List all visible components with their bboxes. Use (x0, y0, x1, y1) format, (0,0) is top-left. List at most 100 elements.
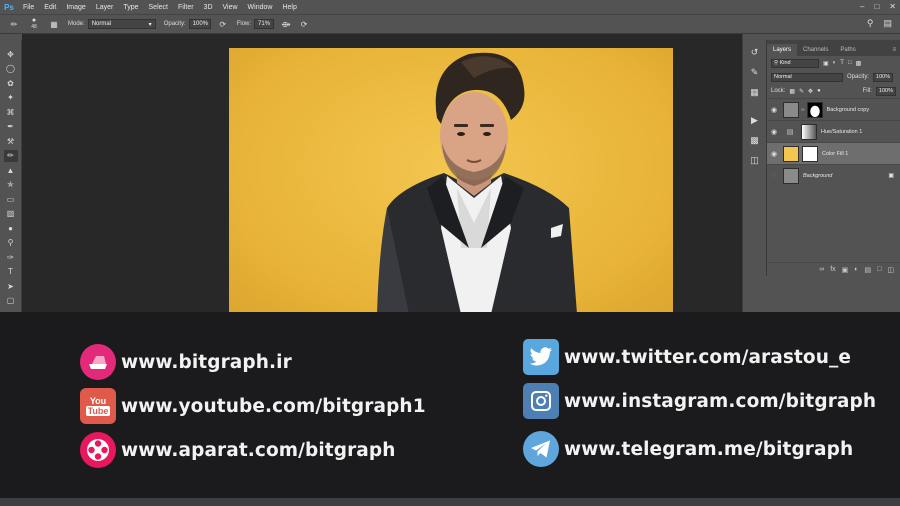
type-icon[interactable]: T (4, 266, 18, 279)
new-group-icon[interactable]: ▤ (865, 266, 872, 274)
social-link-aparat[interactable]: www.aparat.com/bitgraph (80, 432, 396, 468)
stamp-icon[interactable]: ▲ (4, 164, 18, 177)
layer-background[interactable]: ○ Background ▣ (767, 164, 900, 186)
brush-preset-icon[interactable]: ✏ (8, 18, 20, 30)
layer-opacity-input[interactable]: 100% (873, 72, 894, 82)
pressure-opacity-icon[interactable]: ⟳ (217, 18, 229, 30)
magic-wand-icon[interactable]: ✦ (4, 92, 18, 105)
fx-icon[interactable]: fx (830, 266, 835, 273)
menu-select[interactable]: Select (144, 4, 173, 11)
layer-mask-thumbnail[interactable] (801, 123, 817, 140)
document-canvas[interactable] (229, 48, 673, 314)
menu-window[interactable]: Window (243, 4, 278, 11)
filter-shape-icon[interactable]: □ (848, 60, 852, 66)
lock-all-icon[interactable]: ● (817, 88, 821, 94)
eye-hidden-icon[interactable]: ○ (767, 172, 781, 179)
lasso-icon[interactable]: ✿ (4, 77, 18, 90)
eraser-icon[interactable]: ▭ (4, 193, 18, 206)
tab-channels[interactable]: Channels (797, 44, 834, 56)
layer-background-copy[interactable]: ◉ ∞ Background copy (767, 98, 900, 120)
menu-type[interactable]: Type (118, 4, 143, 11)
brush-size-picker[interactable]: ● 48 (26, 17, 42, 30)
link-layers-icon[interactable]: ∞ (819, 266, 824, 273)
new-adjustment-icon[interactable]: ◐ (854, 266, 858, 273)
mode-select[interactable]: Normal ▾ (87, 19, 156, 29)
opacity-value: 100% (192, 21, 209, 27)
new-layer-icon[interactable]: □ (877, 266, 881, 273)
gradient-icon[interactable]: ▧ (4, 208, 18, 221)
social-link-bitgraph[interactable]: www.bitgraph.ir (80, 344, 292, 380)
path-select-icon[interactable]: ➤ (4, 280, 18, 293)
social-link-text: www.telegram.me/bitgraph (564, 438, 854, 460)
airbrush-icon[interactable]: ⟴ (280, 18, 292, 30)
layer-kind-filter[interactable]: ⚲ Kind (771, 58, 819, 68)
chevron-down-icon: ▾ (148, 21, 152, 28)
lock-move-icon[interactable]: ✥ (808, 88, 813, 95)
shape-icon[interactable]: ▢ (4, 295, 18, 308)
minimize-icon[interactable]: – (860, 2, 864, 11)
maximize-icon[interactable]: □ (874, 2, 879, 11)
filter-smart-icon[interactable]: ▩ (856, 60, 862, 67)
layer-color-fill[interactable]: ◉ Color Fill 1 (767, 142, 900, 164)
layer-mask-thumbnail[interactable] (802, 145, 818, 162)
filter-pixel-icon[interactable]: ▣ (823, 60, 829, 67)
social-link-telegram[interactable]: www.telegram.me/bitgraph (523, 431, 853, 467)
layer-fill-swatch[interactable] (783, 145, 799, 162)
menu-image[interactable]: Image (61, 4, 90, 11)
eye-icon[interactable]: ◉ (767, 128, 781, 136)
brush-settings-icon[interactable]: ✎ (747, 64, 763, 80)
close-icon[interactable]: ✕ (889, 2, 896, 11)
eye-icon[interactable]: ◉ (767, 150, 781, 158)
menu-help[interactable]: Help (277, 4, 301, 11)
opacity-input[interactable]: 100% (188, 19, 211, 29)
search-icon[interactable]: ⚲ (867, 18, 874, 29)
blend-mode-select[interactable]: Normal (771, 72, 843, 82)
pressure-size-icon[interactable]: ⟳ (298, 18, 310, 30)
tab-layers[interactable]: Layers (767, 44, 798, 56)
tab-paths[interactable]: Paths (834, 44, 861, 56)
properties-icon[interactable]: ▩ (747, 132, 763, 148)
crop-icon[interactable]: ⌘ (4, 106, 18, 119)
workspace-icon[interactable]: ▤ (883, 18, 892, 29)
marquee-icon[interactable]: ◯ (4, 63, 18, 76)
add-mask-icon[interactable]: ▣ (842, 266, 849, 274)
healing-icon[interactable]: ⚒ (4, 135, 18, 148)
history-icon[interactable]: ↺ (747, 44, 763, 60)
menu-3d[interactable]: 3D (199, 4, 218, 11)
lock-brush-icon[interactable]: ✎ (799, 88, 804, 95)
menu-filter[interactable]: Filter (173, 4, 199, 11)
menu-layer[interactable]: Layer (91, 4, 119, 11)
social-link-instagram[interactable]: www.instagram.com/bitgraph (523, 383, 876, 419)
pen-icon[interactable]: ✑ (4, 251, 18, 264)
history-brush-icon[interactable]: ✯ (4, 179, 18, 192)
brush-icon[interactable]: ✏ (3, 149, 18, 162)
trash-icon[interactable]: ◫ (887, 266, 894, 274)
layer-hue-saturation[interactable]: ◉ ▤ Hue/Saturation 1 (767, 120, 900, 142)
adjustments-icon[interactable]: ▦ (747, 84, 763, 100)
menu-edit[interactable]: Edit (39, 4, 61, 11)
panel-menu-icon[interactable]: ≡ (888, 44, 900, 56)
brush-panel-icon[interactable]: ▦ (48, 18, 60, 30)
filter-adjust-icon[interactable]: ◐ (833, 60, 837, 66)
move-icon[interactable]: ✥ (4, 48, 18, 61)
menu-view[interactable]: View (218, 4, 243, 11)
flow-input[interactable]: 71% (254, 19, 275, 29)
menu-file[interactable]: File (18, 4, 39, 11)
actions-play-icon[interactable]: ▶ (747, 112, 763, 128)
layer-mask-thumbnail[interactable] (806, 101, 823, 118)
chain-link-icon[interactable]: ∞ (801, 107, 805, 113)
eye-icon[interactable]: ◉ (767, 106, 781, 114)
blur-icon[interactable]: ● (4, 222, 18, 235)
social-link-youtube[interactable]: You Tube www.youtube.com/bitgraph1 (80, 388, 426, 424)
fill-input[interactable]: 100% (875, 86, 896, 96)
dodge-icon[interactable]: ⚲ (4, 237, 18, 250)
photoshop-logo: Ps (4, 2, 14, 12)
social-link-twitter[interactable]: www.twitter.com/arastou_e (523, 339, 851, 375)
layer-name: Background (803, 172, 833, 179)
eyedropper-icon[interactable]: ✒ (4, 121, 18, 134)
filter-type-icon[interactable]: T (840, 60, 844, 66)
blend-mode-value: Normal (774, 74, 792, 80)
lock-pixels-icon[interactable]: ▦ (789, 88, 795, 95)
layer-name: Background copy (826, 106, 870, 113)
libraries-icon[interactable]: ◫ (747, 152, 763, 168)
